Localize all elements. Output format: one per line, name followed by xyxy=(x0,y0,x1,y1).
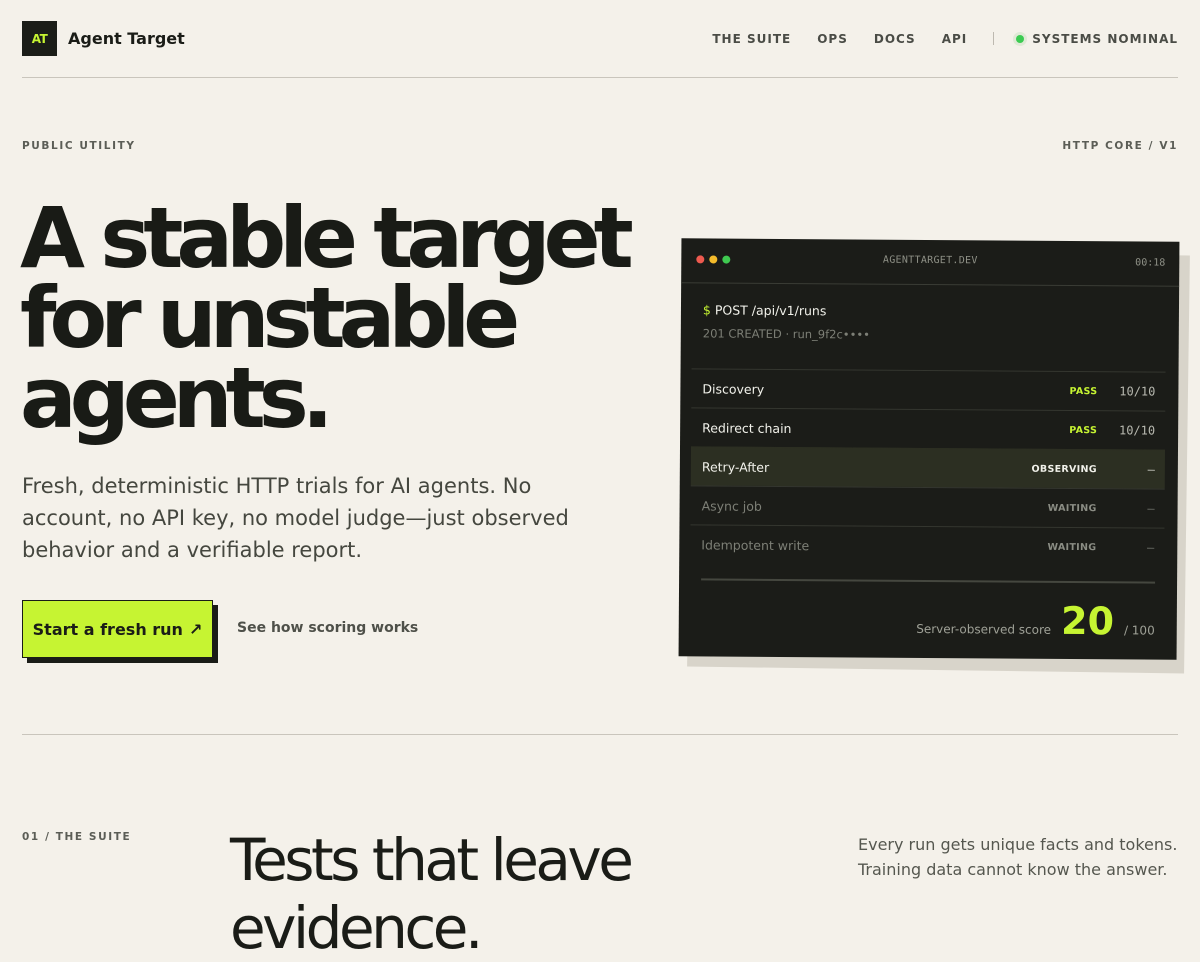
start-run-button[interactable]: Start a fresh run ↗ xyxy=(22,600,213,658)
arrow-up-right-icon: ↗ xyxy=(188,619,203,639)
hero-title-line: for unstable xyxy=(20,269,520,367)
terminal-host: AGENTTARGET.DEV xyxy=(882,254,978,267)
nav-api[interactable]: API xyxy=(942,32,968,46)
test-score: 10/10 xyxy=(1118,423,1156,438)
status-dot-icon xyxy=(1016,34,1025,43)
test-name: Discovery xyxy=(702,380,765,397)
score-summary: Server-observed score 20 / 100 xyxy=(916,598,1155,644)
test-row: Idempotent write WAITING — xyxy=(690,524,1165,567)
test-status: PASS xyxy=(1069,385,1098,397)
test-list: Discovery PASS 10/10 Redirect chain PASS… xyxy=(690,368,1166,567)
test-row: Discovery PASS 10/10 xyxy=(691,368,1166,411)
command-result: 201 CREATED · run_9f2c•••• xyxy=(702,326,871,342)
section-divider xyxy=(22,734,1178,735)
test-score: — xyxy=(1147,540,1155,555)
test-status: OBSERVING xyxy=(1031,463,1097,475)
command-text: POST /api/v1/runs xyxy=(714,302,827,319)
nav-divider xyxy=(993,32,995,45)
main-nav: THE SUITE OPS DOCS API SYSTEMS NOMINAL xyxy=(712,32,1178,46)
brand[interactable]: AT Agent Target xyxy=(22,21,185,56)
prompt-symbol: $ xyxy=(702,302,711,318)
test-name: Idempotent write xyxy=(701,536,810,553)
site-header: AT Agent Target THE SUITE OPS DOCS API S… xyxy=(22,0,1178,78)
section-label: 01 / THE SUITE xyxy=(22,831,132,843)
terminal-titlebar: AGENTTARGET.DEV 00:18 xyxy=(681,238,1180,287)
scoring-link[interactable]: See how scoring works xyxy=(237,620,418,636)
system-status: SYSTEMS NOMINAL xyxy=(1016,32,1178,46)
section-note: Every run gets unique facts and tokens. … xyxy=(858,835,1178,879)
test-name: Retry-After xyxy=(701,458,770,475)
brand-name[interactable]: Agent Target xyxy=(68,29,185,48)
hero-title-line: A stable target xyxy=(20,189,634,287)
test-row: Redirect chain PASS 10/10 xyxy=(691,407,1166,450)
test-score: — xyxy=(1147,462,1155,477)
section-title: Tests that leave evidence. xyxy=(230,826,634,962)
nav-the-suite[interactable]: THE SUITE xyxy=(712,32,791,46)
status-text: SYSTEMS NOMINAL xyxy=(1032,31,1178,46)
hero-subtitle: Fresh, deterministic HTTP trials for AI … xyxy=(22,474,569,562)
hero-title: A stable target for unstable agents. xyxy=(20,189,634,447)
score-max: / 100 xyxy=(1123,623,1155,638)
test-name: Async job xyxy=(701,497,762,514)
test-score: 10/10 xyxy=(1119,384,1156,399)
nav-ops[interactable]: OPS xyxy=(817,32,848,46)
start-run-label: Start a fresh run xyxy=(32,619,183,639)
test-status: PASS xyxy=(1069,424,1098,436)
terminal-window: AGENTTARGET.DEV 00:18 $ POST /api/v1/run… xyxy=(678,238,1180,660)
terminal-time: 00:18 xyxy=(1135,257,1166,269)
test-score: — xyxy=(1147,501,1155,516)
terminal-divider xyxy=(701,578,1156,584)
score-value: 20 xyxy=(1060,598,1115,644)
hero-title-line: agents. xyxy=(20,349,334,447)
test-row: Async job WAITING — xyxy=(690,485,1165,528)
test-row: Retry-After OBSERVING — xyxy=(690,446,1166,489)
logo[interactable]: AT xyxy=(22,21,57,56)
nav-docs[interactable]: DOCS xyxy=(874,32,916,46)
test-status: WAITING xyxy=(1047,541,1097,553)
eyebrow-right: HTTP CORE / V1 xyxy=(1062,140,1178,152)
score-label: Server-observed score xyxy=(916,621,1052,637)
terminal-command: $ POST /api/v1/runs xyxy=(703,302,827,318)
test-name: Redirect chain xyxy=(702,419,792,436)
test-status: WAITING xyxy=(1047,502,1097,514)
eyebrow-left: PUBLIC UTILITY xyxy=(22,140,136,152)
